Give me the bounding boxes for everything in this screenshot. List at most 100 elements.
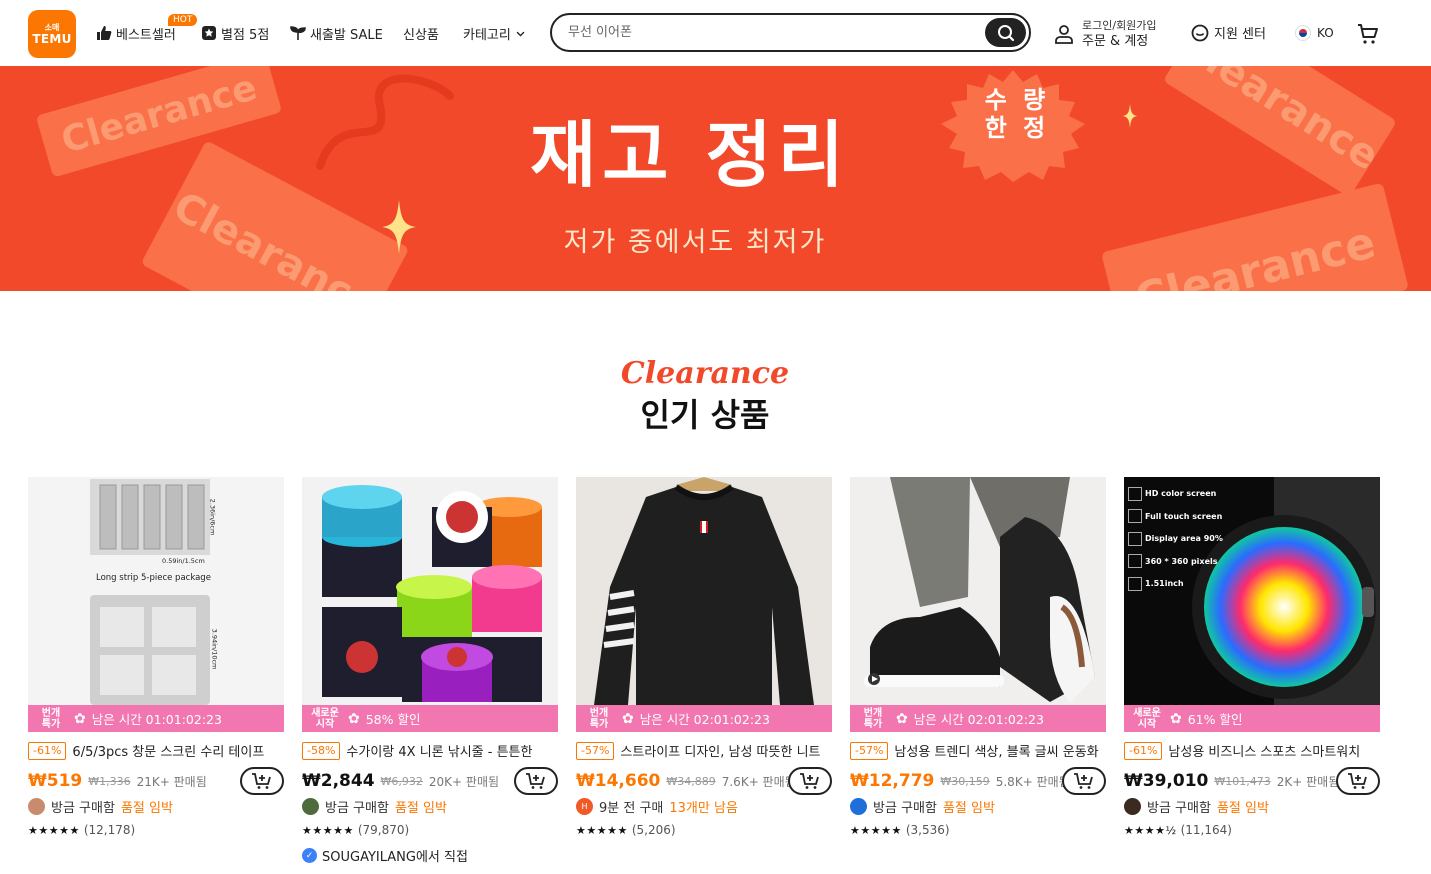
review-count: (12,178) (83, 823, 136, 837)
product-price: ₩39,010 (1124, 771, 1209, 791)
search-button[interactable] (985, 18, 1026, 47)
product-price: ₩2,844 (302, 771, 375, 791)
product-title[interactable]: 스트라이프 디자인, 남성 따뜻한 니트 (620, 741, 820, 760)
product-card[interactable]: 번개 특가 ✿ 남은 시간 02:01:02:23 -57% 스트라이프 디자인… (576, 477, 832, 867)
star-badge-icon (202, 26, 216, 40)
verified-icon: ✓ (302, 848, 317, 863)
product-image[interactable]: Long strip 5-piece package 0.59in/1.5cm … (28, 477, 284, 705)
add-cart-icon (252, 773, 271, 789)
strip-label: 새로운 시작 (311, 707, 339, 730)
product-price: ₩519 (28, 771, 83, 791)
feature-item: 360 * 360 pixels (1145, 556, 1218, 566)
recent-purchase: 방금 구매함 (1147, 801, 1211, 816)
product-image[interactable] (302, 477, 558, 705)
product-title[interactable]: 남성용 비즈니스 스포츠 스마트워치 (1168, 741, 1360, 760)
strip-label: 번개 특가 (863, 707, 883, 730)
banner-subtitle: 저가 중에서도 최저가 (563, 227, 827, 258)
discount-badge: -57% (850, 741, 889, 760)
add-cart-icon (526, 773, 545, 789)
language-label: KO (1317, 26, 1334, 40)
nav-categories[interactable]: 카테고리 (463, 22, 526, 44)
recent-purchase: 방금 구매함 (51, 801, 115, 816)
sparkle-icon (382, 200, 416, 254)
chevron-down-icon (516, 31, 525, 37)
orders-account-label: 주문 & 계정 (1082, 34, 1149, 49)
feature-item: Display area 90% (1145, 534, 1223, 543)
clearance-banner[interactable]: Clearance Clearance Clearance Clearance … (0, 66, 1431, 291)
nav-new-start-sale[interactable]: 새출발 SALE (290, 22, 383, 44)
flower-icon: ✿ (74, 710, 86, 727)
flower-icon: ✿ (622, 710, 634, 727)
add-to-cart-button[interactable] (514, 767, 558, 795)
countdown-text: 남은 시간 02:01:02:23 (639, 712, 770, 727)
add-to-cart-button[interactable] (788, 767, 832, 795)
nav-five-star[interactable]: 별점 5점 (201, 22, 269, 44)
add-cart-icon (1074, 773, 1093, 789)
countdown-text: 남은 시간 02:01:02:23 (913, 712, 1044, 727)
nav-label: 베스트셀러 (116, 27, 176, 43)
support-label: 지원 센터 (1214, 27, 1266, 42)
star-rating: ★★★★★ (302, 823, 354, 837)
add-to-cart-button[interactable] (240, 767, 284, 795)
add-to-cart-button[interactable] (1062, 767, 1106, 795)
buyer-avatar (1124, 798, 1141, 815)
nav-label: 신상품 (403, 27, 439, 43)
stock-urgency: 품절 임박 (394, 801, 447, 816)
search-icon (997, 24, 1014, 41)
product-title[interactable]: 남성용 트렌디 색상, 블록 글씨 운동화 (894, 741, 1098, 760)
nav-label: 별점 5점 (221, 27, 270, 43)
new-start-strip: 새로운 시작 ✿ 58% 할인 (302, 705, 558, 732)
product-image[interactable]: HD color screen Full touch screen Displa… (1124, 477, 1380, 705)
search-input[interactable] (568, 25, 968, 40)
cart-icon (1358, 24, 1378, 44)
image-dimension: 2.36in/6cm (208, 498, 217, 536)
image-dimension: 3.94in/10cm (210, 628, 219, 670)
sold-count: 2K+ 판매됨 (1276, 774, 1340, 789)
nav-label: 새출발 SALE (310, 27, 383, 43)
product-price: ₩14,660 (576, 771, 661, 791)
thumbs-up-icon (97, 26, 112, 40)
discount-badge: -58% (302, 741, 341, 760)
flower-icon: ✿ (1170, 710, 1182, 727)
product-image[interactable] (576, 477, 832, 705)
review-count: (3,536) (905, 823, 950, 837)
product-card[interactable]: Long strip 5-piece package 0.59in/1.5cm … (28, 477, 284, 867)
nav-bestseller[interactable]: 베스트셀러 (96, 22, 176, 44)
product-card[interactable]: 번개 특가 ✿ 남은 시간 02:01:02:23 -57% 남성용 트렌디 색… (850, 477, 1106, 867)
buyer-avatar (850, 798, 867, 815)
product-title[interactable]: 수가이랑 4X 니론 낚시줄 - 튼튼한 (346, 741, 532, 760)
nav-new-arrivals[interactable]: 신상품 (403, 22, 439, 44)
add-to-cart-button[interactable] (1336, 767, 1380, 795)
product-card[interactable]: 새로운 시작 ✿ 58% 할인 -58% 수가이랑 4X 니론 낚시줄 - 튼튼… (302, 477, 558, 867)
add-cart-icon (800, 773, 819, 789)
new-start-strip: 새로운 시작 ✿ 61% 할인 (1124, 705, 1380, 732)
support-center-link[interactable]: 지원 센터 (1191, 23, 1266, 42)
recent-purchase: 방금 구매함 (325, 801, 389, 816)
feature-item: HD color screen (1145, 489, 1217, 498)
feature-item: Full touch screen (1145, 511, 1223, 521)
discount-badge: -61% (28, 741, 67, 760)
store-link[interactable]: ✓ SOUGAYILANG에서 직접 (302, 846, 468, 865)
star-rating: ★★★★★ (850, 823, 902, 837)
flash-sale-strip: 번개 특가 ✿ 남은 시간 02:01:02:23 (850, 705, 1106, 732)
product-card[interactable]: HD color screen Full touch screen Displa… (1124, 477, 1380, 867)
product-price: ₩12,779 (850, 771, 935, 791)
sparkle-icon (1122, 104, 1138, 128)
temu-logo[interactable]: 소매 TEMU (28, 10, 76, 58)
product-title[interactable]: 6/5/3pcs 창문 스크린 수리 테이프 (72, 741, 264, 760)
account-menu[interactable]: 로그인/회원가입 주문 & 계정 (1054, 17, 1157, 51)
image-dimension: 0.59in/1.5cm (162, 557, 205, 565)
strip-label: 번개 특가 (589, 707, 609, 730)
language-selector[interactable]: KO (1295, 25, 1334, 41)
flower-icon: ✿ (896, 710, 908, 727)
star-rating: ★★★★½ (1124, 823, 1177, 837)
original-price: ₩30,159 (940, 774, 990, 788)
countdown-text: 남은 시간 01:01:02:23 (91, 712, 222, 727)
discount-badge: -57% (576, 741, 615, 760)
section-script-title: Clearance (620, 356, 790, 391)
feature-item: 1.51inch (1145, 579, 1184, 588)
login-label: 로그인/회원가입 (1082, 19, 1157, 32)
cart-button[interactable] (1356, 22, 1380, 50)
product-image[interactable] (850, 477, 1106, 705)
flower-icon: ✿ (348, 710, 360, 727)
